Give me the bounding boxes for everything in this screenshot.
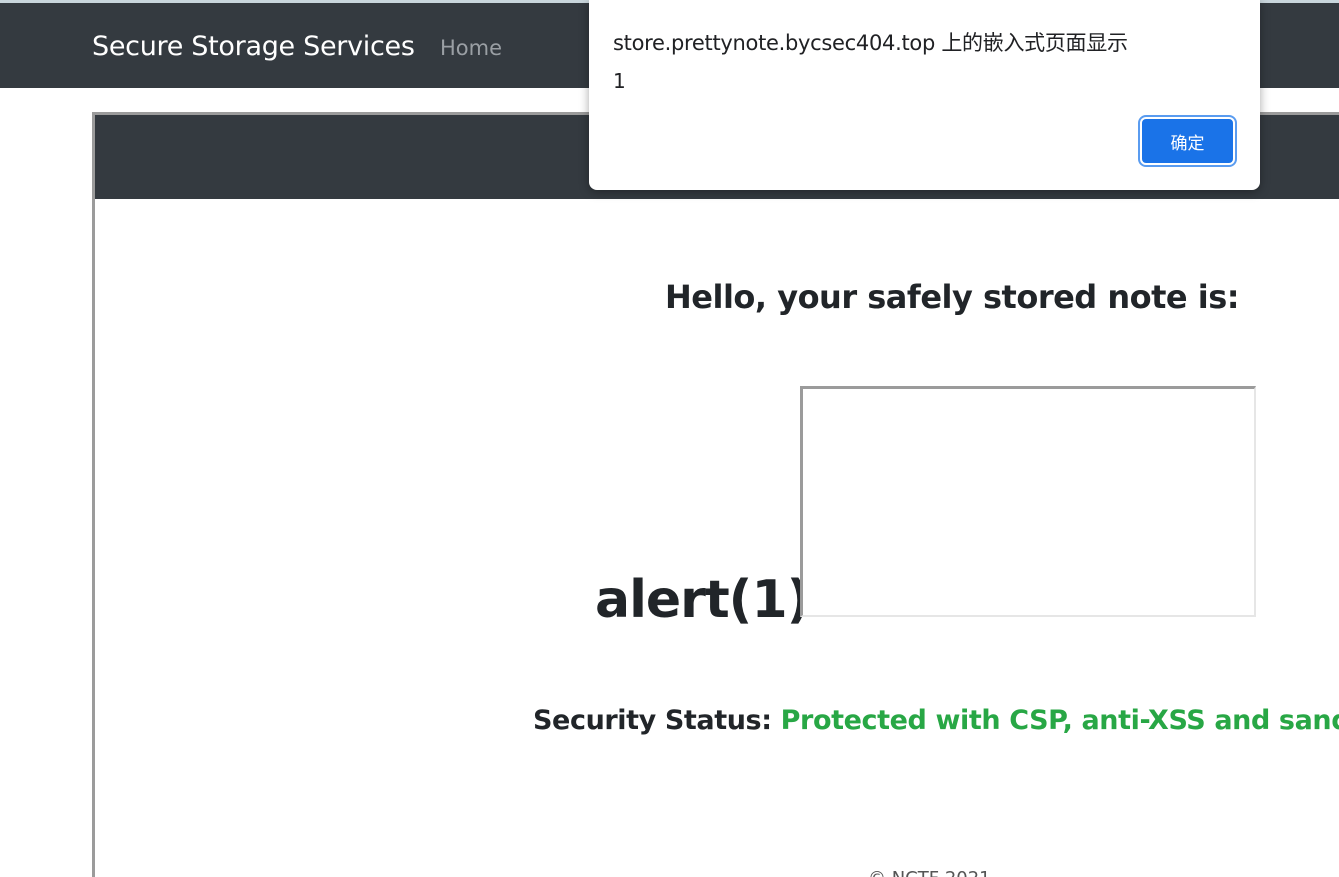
note-heading: Hello, your safely stored note is:	[665, 278, 1240, 316]
alert-dialog-message: 1	[613, 69, 626, 93]
security-status: Security Status: Protected with CSP, ant…	[533, 705, 1339, 736]
nav-link-home[interactable]: Home	[440, 36, 502, 60]
note-content: alert(1)`	[595, 570, 835, 630]
alert-dialog-title: store.prettynote.bycsec404.top 上的嵌入式页面显示	[613, 31, 1128, 55]
alert-dialog: store.prettynote.bycsec404.top 上的嵌入式页面显示…	[589, 0, 1260, 190]
security-status-value: Protected with CSP, anti-XSS and sandbox	[780, 705, 1339, 736]
embedded-page-frame: Hello, your safely stored note is: alert…	[92, 112, 1339, 877]
footer-copyright: © NCTF 2021	[868, 868, 991, 877]
sandboxed-iframe	[800, 386, 1256, 617]
security-status-label: Security Status:	[533, 705, 772, 736]
navbar-brand[interactable]: Secure Storage Services	[92, 31, 415, 62]
alert-ok-button[interactable]: 确定	[1142, 119, 1233, 163]
